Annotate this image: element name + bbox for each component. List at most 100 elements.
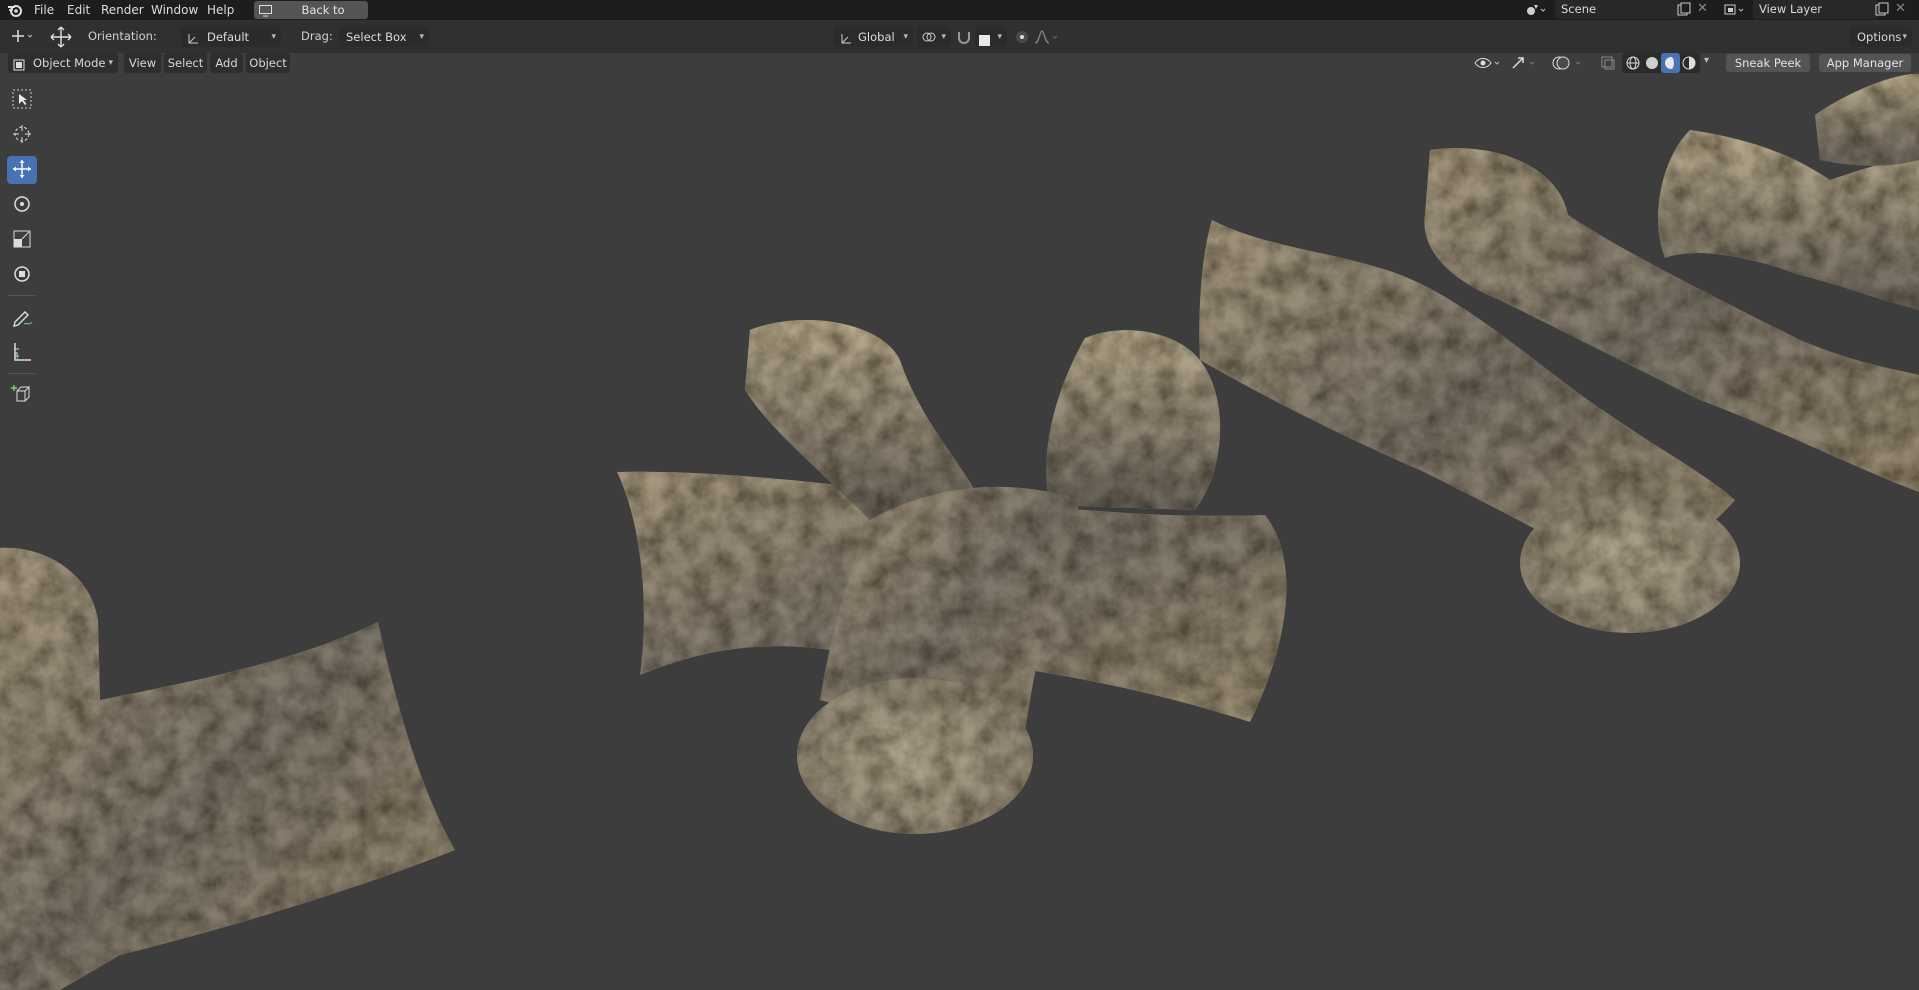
xray-toggle-icon[interactable] (1600, 55, 1616, 74)
menu-file[interactable]: File (34, 2, 54, 18)
rock-pipe-right-front-cap[interactable] (1520, 493, 1740, 633)
pivot-point-dropdown[interactable]: ▾ (917, 27, 951, 47)
app-manager-label: App Manager (1826, 56, 1904, 70)
chevron-down-icon: ▾ (271, 32, 276, 42)
orientation-gizmo-icon (186, 31, 199, 51)
tool-move[interactable] (7, 156, 37, 184)
add-menu-label: Add (215, 56, 238, 70)
tool-rotate[interactable] (7, 191, 37, 219)
scene-icon[interactable] (1525, 2, 1547, 21)
left-toolbar (0, 84, 44, 414)
wireframe-shading-icon[interactable] (1625, 55, 1641, 74)
tool-add-cube[interactable] (7, 380, 37, 408)
object-menu[interactable]: Object (246, 53, 290, 73)
view-layer-name: View Layer (1759, 2, 1823, 16)
rock-pipe-cross-upper-right-arm[interactable] (1046, 330, 1221, 510)
toolbar-divider (8, 295, 36, 296)
chevron-down-icon: ▾ (419, 32, 424, 42)
tool-settings-bar: Orientation: Default ▾ Drag: Select Box … (0, 20, 1919, 53)
chevron-down-icon: ▾ (941, 32, 946, 42)
new-scene-icon[interactable] (1677, 2, 1691, 19)
sneak-peek-button[interactable]: Sneak Peek (1726, 54, 1810, 72)
move-tool-icon (49, 25, 73, 52)
scene-name-field[interactable]: Scene (1555, 0, 1680, 19)
tool-header-icon[interactable] (9, 27, 37, 48)
object-menu-label: Object (249, 56, 287, 70)
options-dropdown[interactable]: Options ▾ (1850, 27, 1912, 47)
toolbar-divider (8, 373, 36, 374)
select-menu-label: Select (167, 56, 204, 70)
snap-increment-icon (979, 32, 991, 52)
chevron-down-icon: ▾ (903, 32, 908, 42)
app-manager-button[interactable]: App Manager (1819, 54, 1911, 72)
new-view-layer-icon[interactable] (1875, 2, 1889, 19)
cursor-icon (11, 123, 33, 148)
annotate-icon (11, 306, 33, 331)
scene-name: Scene (1561, 2, 1597, 16)
visibility-eye-icon[interactable] (1473, 55, 1503, 74)
rock-pipe-right-top[interactable] (1815, 73, 1919, 166)
back-to-previous-button[interactable]: Back to Previous (254, 1, 368, 35)
material-preview-shading-icon[interactable] (1661, 53, 1680, 73)
add-cube-icon (11, 382, 33, 407)
transform-orientation-dropdown[interactable]: Global ▾ (834, 27, 913, 47)
drag-label: Drag: (301, 29, 333, 43)
drag-dropdown[interactable]: Select Box ▾ (339, 27, 429, 47)
snap-target-dropdown[interactable]: ▾ (975, 27, 1007, 47)
tool-annotate[interactable] (7, 304, 37, 332)
menu-help[interactable]: Help (207, 2, 234, 18)
chevron-down-icon: ▾ (997, 32, 1002, 42)
tool-scale[interactable] (7, 226, 37, 254)
viewport-3d-scene[interactable] (0, 53, 1919, 990)
select-menu[interactable]: Select (164, 53, 207, 73)
orientation-value: Default (207, 30, 250, 44)
view-layer-icon[interactable] (1724, 2, 1748, 21)
delete-scene-icon[interactable]: ✕ (1697, 1, 1708, 16)
scale-icon (11, 228, 33, 253)
pivot-icon (921, 30, 937, 50)
chevron-down-icon: ▾ (1902, 32, 1907, 42)
tool-measure[interactable] (7, 339, 37, 367)
rendered-shading-icon[interactable] (1681, 55, 1697, 74)
rock-pipe-left[interactable] (0, 547, 455, 990)
proportional-edit-icon[interactable] (1014, 29, 1030, 48)
top-menu-bar: File Edit Render Window Help Back to Pre… (0, 0, 1919, 35)
add-menu[interactable]: Add (210, 53, 243, 73)
view-menu-label: View (128, 56, 157, 70)
options-label: Options (1857, 30, 1902, 44)
sneak-peek-label: Sneak Peek (1734, 56, 1802, 70)
blender-logo-icon[interactable] (7, 2, 23, 21)
solid-shading-icon[interactable] (1644, 55, 1660, 74)
menu-render[interactable]: Render (101, 2, 144, 18)
transform-icon (11, 263, 33, 288)
object-mode-icon (13, 57, 25, 77)
tool-cursor[interactable] (7, 121, 37, 149)
overlays-icon[interactable] (1552, 55, 1586, 74)
measure-icon (11, 341, 33, 366)
delete-view-layer-icon[interactable]: ✕ (1895, 1, 1906, 16)
view-menu[interactable]: View (124, 53, 161, 73)
object-mode-label: Object Mode (33, 56, 106, 70)
menu-window[interactable]: Window (151, 2, 198, 18)
shading-mode-group (1622, 53, 1700, 73)
drag-value: Select Box (346, 30, 407, 44)
tool-transform[interactable] (7, 261, 37, 289)
object-mode-dropdown[interactable]: Object Mode ▾ (8, 53, 118, 73)
snap-toggle-icon[interactable] (956, 29, 972, 48)
select-box-icon (11, 88, 33, 113)
rotate-icon (11, 193, 33, 218)
gizmo-toggle-icon[interactable] (1510, 55, 1540, 74)
global-axes-icon (839, 31, 852, 51)
shading-options-chevron-down-icon[interactable]: ▾ (1704, 55, 1709, 66)
view-layer-field[interactable]: View Layer (1753, 0, 1878, 19)
tool-select-box[interactable] (7, 86, 37, 114)
orientation-dropdown[interactable]: Default ▾ (181, 27, 281, 47)
orientation-label: Orientation: (88, 29, 157, 43)
falloff-curve-icon[interactable] (1034, 29, 1062, 48)
transform-orientation-value: Global (858, 30, 895, 44)
menu-edit[interactable]: Edit (67, 2, 90, 18)
chevron-down-icon: ▾ (108, 58, 113, 68)
viewport-header: Object Mode ▾ View Select Add Object ▾ S… (0, 53, 1919, 76)
move-icon (11, 158, 33, 183)
rock-pipe-cross-lower-cap[interactable] (797, 678, 1033, 834)
